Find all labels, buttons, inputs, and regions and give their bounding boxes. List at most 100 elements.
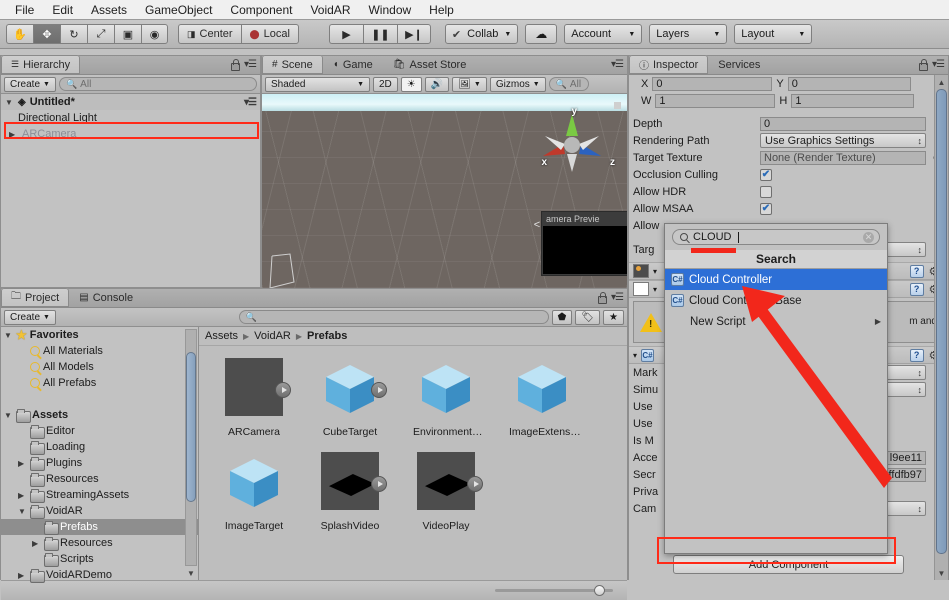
prefab-play-badge-icon[interactable] bbox=[371, 382, 387, 398]
prefab-play-badge-icon[interactable] bbox=[467, 476, 483, 492]
step-button[interactable]: ▶❙ bbox=[396, 24, 431, 44]
lock-icon[interactable] bbox=[597, 292, 608, 304]
panel-menu-icon[interactable]: ▾☰ bbox=[244, 59, 257, 70]
chevron-right-icon[interactable]: ▶ bbox=[18, 459, 27, 468]
panel-menu-icon[interactable]: ▾☰ bbox=[932, 59, 945, 70]
hierarchy-search-input[interactable]: 🔍 All bbox=[58, 77, 257, 91]
chevron-down-icon[interactable]: ▼ bbox=[4, 411, 13, 420]
project-tree-item-all-materials[interactable]: All Materials bbox=[1, 343, 198, 359]
scene-search-input[interactable]: 🔍 All bbox=[548, 77, 589, 91]
help-icon[interactable]: ? bbox=[909, 348, 924, 362]
menu-item-gameobject[interactable]: GameObject bbox=[136, 2, 221, 18]
pause-button[interactable]: ❚❚ bbox=[362, 24, 397, 44]
component-expander-icon[interactable]: ▾ bbox=[653, 267, 657, 276]
hierarchy-scene-root[interactable]: ▼ ◈ Untitled* ▾☰ bbox=[1, 94, 260, 110]
menu-item-assets[interactable]: Assets bbox=[82, 2, 136, 18]
allow-msaa-checkbox[interactable]: ✔ bbox=[760, 202, 772, 215]
prefab-play-badge-icon[interactable] bbox=[371, 476, 387, 492]
cloud-build-button[interactable]: ☁ bbox=[525, 24, 558, 44]
chevron-down-icon[interactable]: ▼ bbox=[5, 98, 14, 107]
transform-tool-icon[interactable]: ◉ bbox=[141, 24, 168, 44]
shading-mode-dropdown[interactable]: Shaded ▼ bbox=[265, 76, 370, 92]
chevron-right-icon[interactable]: ▶ bbox=[9, 130, 18, 139]
zoom-slider[interactable] bbox=[495, 585, 613, 596]
move-tool-icon[interactable]: ✥ bbox=[33, 24, 60, 44]
clear-search-icon[interactable]: ✕ bbox=[863, 231, 874, 243]
depth-input[interactable]: 0 bbox=[760, 116, 926, 131]
tab-project[interactable]: 🗀 Project bbox=[1, 288, 70, 307]
layers-dropdown[interactable]: Layers ▼ bbox=[649, 24, 728, 44]
project-tree-item-plugins[interactable]: ▶ Plugins bbox=[1, 455, 198, 471]
tab-asset-store[interactable]: 🛍 Asset Store bbox=[383, 55, 477, 74]
tab-game[interactable]: ◖ Game bbox=[323, 55, 383, 74]
project-tree-item-loading[interactable]: Loading bbox=[1, 439, 198, 455]
popup-item-cloud-controller-base[interactable]: C# Cloud Controller Base bbox=[665, 290, 887, 311]
help-icon[interactable]: ? bbox=[909, 264, 924, 278]
add-component-search-input[interactable]: CLOUD ✕ bbox=[672, 229, 880, 245]
scene-viewport[interactable]: y x z < Persp amera Previe bbox=[262, 94, 627, 288]
asset-item[interactable]: ImageTarget bbox=[221, 450, 287, 532]
project-tree-item-assets[interactable]: ▼ Assets bbox=[1, 407, 198, 423]
breadcrumb-prefabs[interactable]: Prefabs bbox=[307, 330, 347, 342]
prefab-play-badge-icon[interactable] bbox=[275, 382, 291, 398]
pivot-center-button[interactable]: ◨ Center bbox=[178, 24, 241, 44]
rect-w-input[interactable]: 1 bbox=[655, 93, 776, 108]
scene-fx-dropdown[interactable]: 🖼 ▼ bbox=[452, 76, 487, 92]
asset-item[interactable]: ImageExtens… bbox=[509, 356, 581, 438]
project-tree-item-resources[interactable]: ▶ Resources bbox=[1, 535, 198, 551]
project-tree-item-prefabs[interactable]: Prefabs bbox=[1, 519, 198, 535]
lock-icon[interactable] bbox=[918, 59, 929, 71]
component-expander-icon[interactable]: ▾ bbox=[653, 285, 657, 294]
chevron-right-icon[interactable]: ▶ bbox=[18, 491, 27, 500]
project-tree-scroll-thumb[interactable] bbox=[186, 352, 196, 502]
layout-dropdown[interactable]: Layout ▼ bbox=[734, 24, 813, 44]
favorites-filter-button[interactable]: ★ bbox=[603, 309, 624, 325]
occlusion-culling-checkbox[interactable]: ✔ bbox=[760, 168, 772, 181]
project-tree-item-voidar[interactable]: ▼ VoidAR bbox=[1, 503, 198, 519]
hand-tool-icon[interactable]: ✋ bbox=[6, 24, 33, 44]
asset-item[interactable]: Environment… bbox=[413, 356, 482, 438]
asset-item[interactable]: CubeTarget bbox=[317, 356, 387, 438]
inspector-scroll-thumb[interactable] bbox=[936, 89, 947, 554]
panel-menu-icon[interactable]: ▾☰ bbox=[611, 59, 624, 70]
chevron-down-icon[interactable]: ▼ bbox=[4, 331, 13, 340]
menu-item-component[interactable]: Component bbox=[221, 2, 301, 18]
breadcrumb-assets[interactable]: Assets bbox=[205, 330, 238, 342]
chevron-right-icon[interactable]: ▶ bbox=[32, 539, 41, 548]
chevron-down-icon[interactable]: ▼ bbox=[18, 507, 27, 516]
help-icon[interactable]: ? bbox=[909, 282, 924, 296]
project-tree-item-streamingassets[interactable]: ▶ StreamingAssets bbox=[1, 487, 198, 503]
project-tree-item-voidardemo[interactable]: ▶ VoidARDemo bbox=[1, 567, 198, 583]
project-tree-scrollbar[interactable] bbox=[185, 329, 197, 566]
handle-local-button[interactable]: ⬤ Local bbox=[240, 24, 299, 44]
project-tree-item-favorites[interactable]: ▼ ★ Favorites bbox=[1, 327, 198, 343]
filter-by-type-button[interactable]: ⬟ bbox=[551, 309, 573, 325]
target-texture-objectfield[interactable]: None (Render Texture) bbox=[760, 150, 926, 165]
allow-hdr-checkbox[interactable] bbox=[760, 185, 772, 198]
project-create-button[interactable]: Create ▼ bbox=[4, 309, 56, 325]
scene-menu-icon[interactable]: ▾☰ bbox=[244, 97, 257, 108]
scroll-up-arrow-icon[interactable]: ▲ bbox=[936, 76, 947, 88]
breadcrumb-voidar[interactable]: VoidAR bbox=[254, 330, 291, 342]
rect-y-input[interactable]: 0 bbox=[787, 76, 911, 91]
tab-hierarchy[interactable]: ☰ Hierarchy bbox=[1, 55, 81, 74]
project-tree-item-scripts[interactable]: Scripts bbox=[1, 551, 198, 567]
gizmos-dropdown[interactable]: Gizmos ▼ bbox=[489, 76, 546, 92]
rotate-tool-icon[interactable]: ↻ bbox=[60, 24, 87, 44]
panel-menu-icon[interactable]: ▾☰ bbox=[611, 292, 624, 303]
toggle-2d-button[interactable]: 2D bbox=[373, 76, 398, 92]
popup-item-cloud-controller[interactable]: C# Cloud Controller bbox=[665, 269, 887, 290]
filter-by-label-button[interactable]: 🏷 bbox=[575, 309, 601, 325]
project-tree-item-all-models[interactable]: All Models bbox=[1, 359, 198, 375]
play-button[interactable]: ▶ bbox=[328, 24, 363, 44]
zoom-slider-knob[interactable] bbox=[594, 585, 605, 596]
component-expander-icon[interactable]: ▾ bbox=[633, 351, 637, 360]
account-dropdown[interactable]: Account ▼ bbox=[564, 24, 643, 44]
scroll-down-arrow-icon[interactable]: ▼ bbox=[936, 567, 947, 579]
tab-console[interactable]: ▤ Console bbox=[69, 288, 143, 307]
hierarchy-item-arcamera[interactable]: ▶ ARCamera bbox=[1, 126, 260, 142]
hierarchy-create-button[interactable]: Create ▼ bbox=[4, 76, 56, 92]
asset-item[interactable]: SplashVideo bbox=[317, 450, 387, 532]
chevron-right-icon[interactable]: ▶ bbox=[18, 571, 27, 580]
scale-tool-icon[interactable]: ⤢ bbox=[87, 24, 114, 44]
